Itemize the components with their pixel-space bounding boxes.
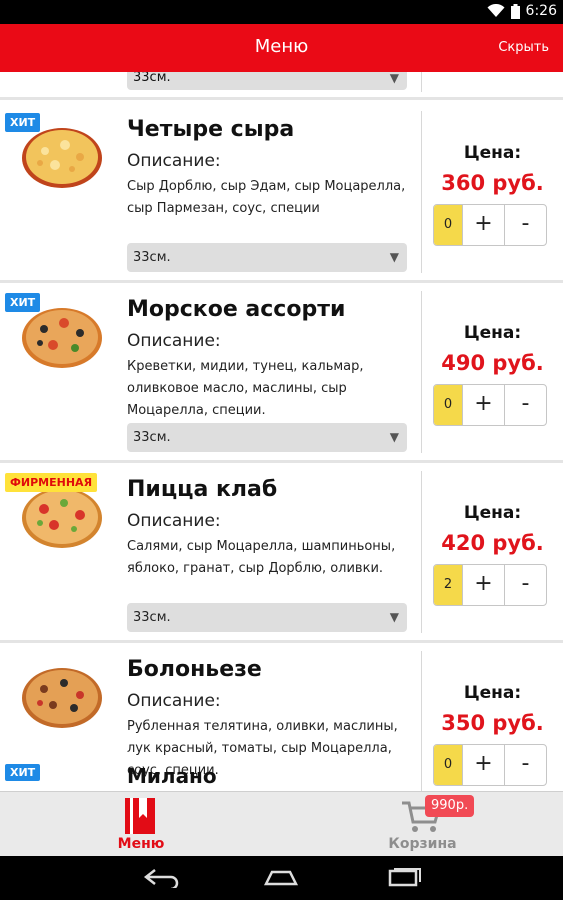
- quantity-count: 0: [434, 205, 462, 245]
- action-bar: Меню Скрыть: [0, 24, 563, 72]
- quantity-count: 2: [434, 565, 462, 605]
- divider: [421, 72, 422, 92]
- page-title: Меню: [254, 36, 309, 57]
- menu-list[interactable]: 33см. ▼ ХИТ Четыре сыра Описание: Сыр До…: [0, 72, 563, 792]
- partial-item: 33см. ▼: [0, 72, 563, 100]
- hide-button[interactable]: Скрыть: [498, 40, 549, 55]
- price-value: 490 руб.: [441, 351, 544, 375]
- pizza-item: ФИРМЕННАЯ Пицца клаб Описание: Салями, с…: [0, 463, 563, 643]
- price-value: 360 руб.: [441, 171, 544, 195]
- pizza-image: [22, 308, 102, 368]
- chevron-down-icon: ▼: [389, 250, 399, 264]
- description-label: Описание:: [127, 691, 221, 711]
- status-time: 6:26: [525, 3, 557, 19]
- description-label: Описание:: [127, 511, 221, 531]
- cart-total-badge: 990р.: [425, 795, 475, 817]
- quantity-stepper: 2 + -: [433, 564, 547, 606]
- description-label: Описание:: [127, 331, 221, 351]
- price-label: Цена:: [463, 503, 522, 523]
- home-icon[interactable]: [262, 868, 300, 888]
- pizza-item: ХИТ Четыре сыра Описание: Сыр Дорблю, сы…: [0, 103, 563, 283]
- quantity-count: 0: [434, 385, 462, 425]
- size-select[interactable]: 33см. ▼: [127, 423, 407, 452]
- minus-button[interactable]: -: [504, 565, 546, 605]
- pizza-description: Салями, сыр Моцарелла, шампиньоны, яблок…: [127, 539, 396, 576]
- price-value: 350 руб.: [441, 711, 544, 735]
- hit-badge: ХИТ: [5, 293, 41, 312]
- size-value: 33см.: [133, 430, 171, 445]
- partial-item: ХИТ Милано: [0, 756, 563, 796]
- bottom-tab-bar: Меню Корзина: [0, 791, 563, 856]
- status-icons: 6:26: [487, 3, 557, 19]
- pizza-name: Морское ассорти: [127, 297, 346, 322]
- price-label: Цена:: [463, 323, 522, 343]
- pizza-item: ХИТ Морское ассорти Описание: Креветки, …: [0, 283, 563, 463]
- tab-menu-label: Меню: [117, 836, 165, 852]
- back-icon[interactable]: [143, 868, 181, 888]
- quantity-stepper: 0 + -: [433, 204, 547, 246]
- price-label: Цена:: [463, 143, 522, 163]
- pizza-image: [22, 488, 102, 548]
- plus-button[interactable]: +: [462, 565, 504, 605]
- status-bar: 6:26: [0, 0, 563, 24]
- signature-badge: ФИРМЕННАЯ: [5, 473, 98, 492]
- chevron-down-icon: ▼: [389, 430, 399, 444]
- pizza-description: Креветки, мидии, тунец, кальмар, оливков…: [127, 359, 364, 418]
- pizza-name: Четыре сыра: [127, 117, 295, 142]
- plus-button[interactable]: +: [462, 205, 504, 245]
- price-value: 420 руб.: [441, 531, 544, 555]
- pizza-name: Болоньезе: [127, 657, 262, 682]
- plus-button[interactable]: +: [462, 385, 504, 425]
- minus-button[interactable]: -: [504, 205, 546, 245]
- menu-book-icon: [125, 798, 155, 834]
- system-nav-bar: [0, 856, 563, 900]
- size-select[interactable]: 33см. ▼: [127, 603, 407, 632]
- quantity-stepper: 0 + -: [433, 384, 547, 426]
- pizza-name: Пицца клаб: [127, 477, 278, 502]
- description-label: Описание:: [127, 151, 221, 171]
- chevron-down-icon: ▼: [389, 610, 399, 624]
- battery-icon: [510, 3, 520, 19]
- hit-badge: ХИТ: [5, 764, 41, 781]
- price-label: Цена:: [463, 683, 522, 703]
- tab-cart-label: Корзина: [388, 836, 457, 852]
- wifi-icon: [487, 4, 505, 17]
- pizza-name: Милано: [127, 764, 217, 788]
- minus-button[interactable]: -: [504, 385, 546, 425]
- pizza-image: [22, 128, 102, 188]
- size-select[interactable]: 33см. ▼: [127, 243, 407, 272]
- size-value: 33см.: [133, 72, 171, 85]
- hit-badge: ХИТ: [5, 113, 41, 132]
- size-value: 33см.: [133, 250, 171, 265]
- recent-apps-icon[interactable]: [386, 868, 424, 888]
- tab-menu[interactable]: Меню: [96, 792, 186, 857]
- size-select[interactable]: 33см. ▼: [127, 72, 407, 90]
- chevron-down-icon: ▼: [389, 72, 399, 85]
- pizza-image: [22, 668, 102, 728]
- pizza-description: Сыр Дорблю, сыр Эдам, сыр Моцарелла, сыр…: [127, 179, 406, 216]
- size-value: 33см.: [133, 610, 171, 625]
